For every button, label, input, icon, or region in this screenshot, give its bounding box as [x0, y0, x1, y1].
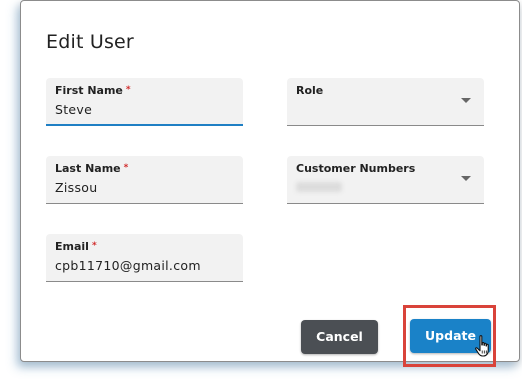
- required-asterisk: *: [91, 241, 97, 251]
- role-select[interactable]: Role: [287, 78, 484, 126]
- role-label: Role: [296, 84, 323, 97]
- redacted-customer-number: [296, 182, 342, 192]
- required-asterisk: *: [123, 163, 129, 173]
- email-value: cpb11710@gmail.com: [55, 258, 201, 273]
- first-name-label-text: First Name: [55, 84, 123, 97]
- chevron-down-icon: [461, 176, 471, 181]
- hand-pointer-icon: [475, 335, 489, 357]
- email-label: Email *: [55, 240, 97, 253]
- cancel-button[interactable]: Cancel: [301, 320, 378, 354]
- role-label-text: Role: [296, 84, 324, 97]
- first-name-field[interactable]: First Name * Steve: [46, 78, 243, 126]
- last-name-value: Zissou: [55, 180, 98, 195]
- first-name-value: Steve: [55, 102, 93, 117]
- customer-numbers-label-text: Customer Numbers: [296, 162, 416, 175]
- last-name-field[interactable]: Last Name * Zissou: [46, 156, 243, 204]
- last-name-label-text: Last Name: [55, 162, 121, 175]
- last-name-label: Last Name *: [55, 162, 128, 175]
- customer-numbers-label: Customer Numbers: [296, 162, 415, 175]
- customer-numbers-select[interactable]: Customer Numbers: [287, 156, 484, 204]
- required-asterisk: *: [125, 85, 131, 95]
- screenshot-stage: Edit User First Name * Steve Role Last Na…: [0, 0, 522, 384]
- dialog-title: Edit User: [46, 31, 134, 53]
- email-field[interactable]: Email * cpb11710@gmail.com: [46, 234, 243, 282]
- chevron-down-icon: [461, 98, 471, 103]
- email-label-text: Email: [55, 240, 89, 253]
- first-name-label: First Name *: [55, 84, 131, 97]
